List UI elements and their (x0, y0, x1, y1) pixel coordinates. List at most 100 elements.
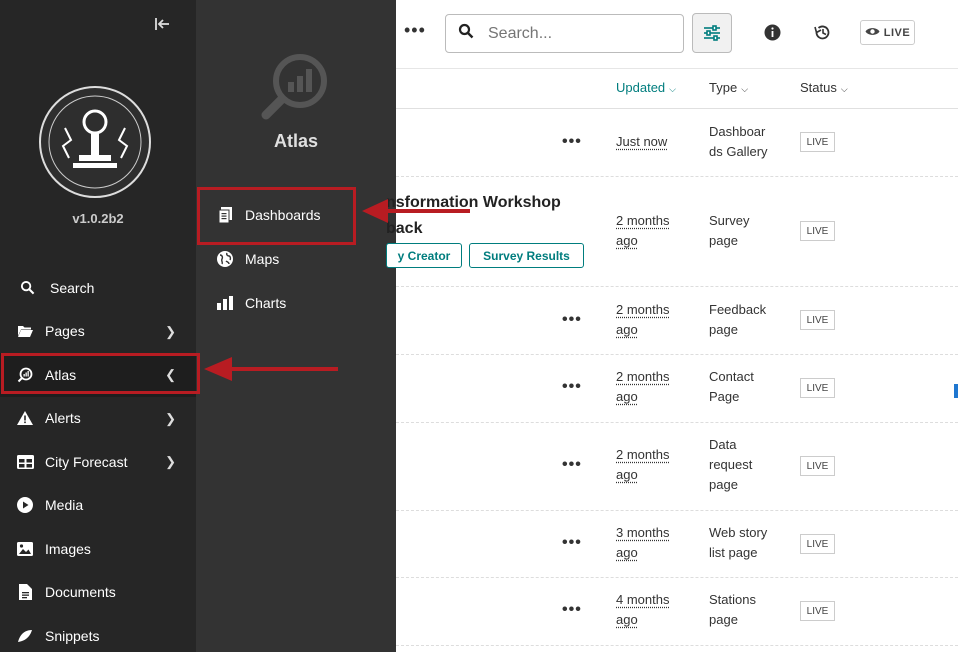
atlas-logo-icon (260, 52, 330, 122)
column-header-updated[interactable]: Updated ⌵ (616, 80, 676, 95)
sidebar-item-label: Images (45, 540, 91, 557)
column-header-label: Updated (616, 80, 666, 95)
updated-cell[interactable]: 2 months ago (616, 300, 686, 340)
top-bar: ••• LIVE (396, 0, 958, 69)
type-cell: Stations page (709, 590, 784, 630)
more-actions-icon[interactable]: ••• (562, 534, 582, 552)
sidebar-item-label: Pages (45, 323, 85, 340)
type-cell: Data request page (709, 435, 784, 495)
chevron-right-icon: ❯ (165, 410, 176, 426)
more-actions-icon[interactable]: ••• (562, 601, 582, 619)
type-text: Dashboar (709, 124, 766, 139)
type-cell: Feedback page (709, 300, 784, 340)
sidebar-item-search[interactable]: Search (0, 266, 196, 310)
more-actions-icon[interactable]: ••• (404, 20, 426, 41)
updated-cell[interactable]: 2 months ago (616, 211, 686, 251)
updated-text: 2 months (616, 369, 670, 384)
sidebar-item-images[interactable]: Images (0, 527, 196, 571)
eye-icon (865, 26, 880, 40)
type-text: request (709, 457, 753, 472)
table-header: Updated ⌵ Type ⌵ Status ⌵ (396, 69, 958, 109)
sidebar-item-media[interactable]: Media (0, 484, 196, 528)
chevron-right-icon: ❯ (165, 454, 176, 469)
updated-cell[interactable]: 2 months ago (616, 367, 686, 407)
version-label: v1.0.2b2 (72, 211, 124, 226)
submenu-item-label: Charts (245, 295, 287, 311)
updated-text: 2 months (616, 302, 670, 317)
search-field[interactable] (445, 14, 684, 53)
sidebar-item-pages[interactable]: Pages ❯ (0, 310, 196, 354)
scroll-edge-marker (954, 384, 958, 398)
chevron-right-icon: ❯ (165, 323, 176, 339)
tag-survey-results[interactable]: Survey Results (469, 243, 584, 268)
sidebar-item-label: Snippets (45, 627, 100, 644)
sidebar-menu: Search Pages ❯ Atlas ❮ Alerts ❯ City For… (0, 266, 196, 652)
atlas-submenu: Atlas Dashboards Maps Charts (196, 0, 396, 652)
sidebar: v1.0.2b2 Search Pages ❯ Atlas ❮ Alerts ❯ (0, 0, 196, 652)
column-header-type[interactable]: Type ⌵ (709, 80, 748, 95)
column-header-label: Type (709, 80, 738, 95)
updated-cell[interactable]: 3 months ago (616, 523, 686, 563)
sidebar-item-documents[interactable]: Documents (0, 571, 196, 615)
updated-text: ago (616, 389, 638, 404)
table-row[interactable]: ••• 4 months ago Stations page LIVE (396, 578, 958, 646)
more-actions-icon[interactable]: ••• (562, 378, 582, 396)
submenu-item-label: Maps (245, 251, 280, 267)
document-icon (16, 583, 34, 601)
sudan-meteorological-authority-logo[interactable] (39, 86, 151, 198)
updated-cell[interactable]: 2 months ago (616, 445, 686, 485)
type-text: page (709, 612, 738, 627)
table-row[interactable]: ••• 2 months ago Contact Page LIVE (396, 355, 958, 423)
info-icon[interactable] (764, 24, 781, 46)
chevron-down-icon: ⌵ (741, 84, 749, 94)
app-root: v1.0.2b2 Search Pages ❯ Atlas ❮ Alerts ❯ (0, 0, 958, 652)
search-icon (18, 279, 36, 297)
tag-survey-creator[interactable]: y Creator (386, 243, 462, 268)
updated-text: ago (616, 233, 638, 248)
sidebar-item-city-forecast[interactable]: City Forecast ❯ (0, 440, 196, 484)
sidebar-item-snippets[interactable]: Snippets (0, 614, 196, 652)
updated-text: 4 months (616, 592, 670, 607)
type-text: ds Gallery (709, 144, 768, 159)
live-preview-button[interactable]: LIVE (860, 20, 915, 45)
submenu-item-charts[interactable]: Charts (196, 281, 396, 325)
table-row[interactable]: ••• 3 months ago Web story list page LIVE (396, 511, 958, 578)
status-badge: LIVE (800, 310, 835, 330)
column-header-status[interactable]: Status ⌵ (800, 80, 848, 95)
more-actions-icon[interactable]: ••• (562, 133, 582, 151)
type-text: Stations (709, 592, 756, 607)
type-text: Survey (709, 213, 750, 228)
type-text: Feedback (709, 302, 767, 317)
more-actions-icon[interactable]: ••• (562, 456, 582, 474)
sliders-icon (704, 25, 720, 41)
table-row[interactable]: ••• 2 months ago Data request page LIVE (396, 423, 958, 511)
sidebar-item-alerts[interactable]: Alerts ❯ (0, 397, 196, 441)
sidebar-item-label: Media (45, 497, 84, 514)
highlight-box-dashboards (197, 187, 356, 245)
type-cell: Contact Page (709, 367, 784, 407)
table-row[interactable]: nsformation Workshop back y Creator Surve… (386, 177, 958, 287)
updated-cell[interactable]: 4 months ago (616, 590, 686, 630)
type-cell: Dashboar ds Gallery (709, 122, 784, 162)
search-input[interactable] (488, 24, 668, 43)
status-badge: LIVE (800, 132, 835, 152)
updated-cell[interactable]: Just now (616, 132, 686, 152)
play-icon (16, 496, 34, 514)
updated-text: ago (616, 545, 638, 560)
more-actions-icon[interactable]: ••• (562, 311, 582, 329)
history-icon[interactable] (813, 24, 831, 46)
table-row[interactable]: ••• 2 months ago Feedback page LIVE (396, 287, 958, 355)
table-row[interactable]: ••• Just now Dashboar ds Gallery LIVE (396, 109, 958, 177)
updated-text: Just now (616, 134, 668, 149)
collapse-sidebar-icon[interactable] (152, 14, 172, 34)
type-text: Data (709, 437, 737, 452)
updated-text: ago (616, 612, 638, 627)
type-text: Contact (709, 369, 754, 384)
filter-button[interactable] (692, 13, 732, 53)
type-text: Page (709, 389, 740, 404)
type-text: page (709, 322, 738, 337)
bar-chart-icon (216, 294, 234, 312)
updated-text: ago (616, 322, 638, 337)
chevron-down-icon: ⌵ (840, 84, 848, 94)
updated-text: 3 months (616, 525, 670, 540)
